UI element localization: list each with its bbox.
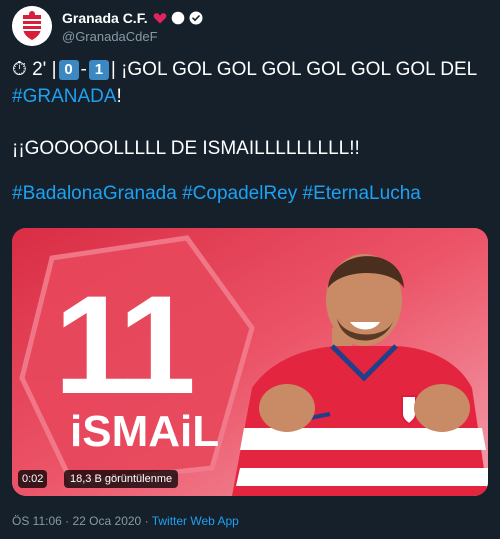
score-separator: | xyxy=(110,59,116,80)
tweet-date[interactable]: 22 Oca 2020 xyxy=(73,514,142,528)
tweet-time[interactable]: ÖS 11:06 xyxy=(12,514,62,528)
video-frame: 11 iSMAiL xyxy=(12,228,488,496)
player-name: iSMAiL xyxy=(70,407,219,456)
hashtag-eternalucha[interactable]: #EternaLucha xyxy=(303,183,421,204)
score-home-keycap: 0 xyxy=(58,60,79,80)
hashtag-badalonagranada[interactable]: #BadalonaGranada xyxy=(12,183,177,204)
tweet-line-1: ⏱ 2' | 0-1 | ¡GOL GOL GOL GOL GOL GOL GOL … xyxy=(12,59,478,80)
video-player[interactable]: 11 iSMAiL 0:02 18,3 B görüntülenme xyxy=(12,228,488,496)
tweet-line-3: ¡¡GOOOOOLLLLL DE ISMAILLLLLLLLL!! xyxy=(12,138,360,159)
exclamation: ! xyxy=(116,86,122,107)
score-away-keycap: 1 xyxy=(88,60,109,80)
granada-crest-icon xyxy=(12,6,52,46)
video-elapsed: 0:02 xyxy=(18,470,48,488)
name-row: Granada C.F. xyxy=(62,9,203,27)
tweet-footer: ÖS 11:06 · 22 Oca 2020 · Twitter Web App xyxy=(12,514,239,528)
video-views: 18,3 B görüntülenme xyxy=(64,470,179,488)
hashtag-copadelrey[interactable]: #CopadelRey xyxy=(182,183,297,204)
tweet-line-2: #GRANADA! xyxy=(12,83,122,110)
avatar[interactable] xyxy=(12,6,52,46)
display-name[interactable]: Granada C.F. xyxy=(62,10,148,26)
footer-separator: · xyxy=(144,514,149,528)
tweet-source[interactable]: Twitter Web App xyxy=(152,514,239,528)
goal-text: ¡GOL GOL GOL GOL GOL GOL GOL DEL xyxy=(121,59,478,80)
heart-icon xyxy=(153,13,166,24)
user-handle[interactable]: @GranadaCdeF xyxy=(62,29,158,44)
minute: 2' xyxy=(32,59,47,80)
white-circle-icon xyxy=(171,11,184,25)
verified-badge-icon xyxy=(189,11,203,25)
footer-separator: · xyxy=(65,514,70,528)
tweet-header: Granada C.F. @GranadaCdeF xyxy=(12,6,488,46)
hashtag-granada[interactable]: #GRANADA xyxy=(12,86,117,107)
score-separator: | xyxy=(51,59,57,80)
stopwatch-icon: ⏱ xyxy=(12,59,27,80)
tweet-hashtags: #BadalonaGranada #CopadelRey #EternaLuch… xyxy=(12,180,421,207)
jersey-number: 11 xyxy=(54,266,192,423)
